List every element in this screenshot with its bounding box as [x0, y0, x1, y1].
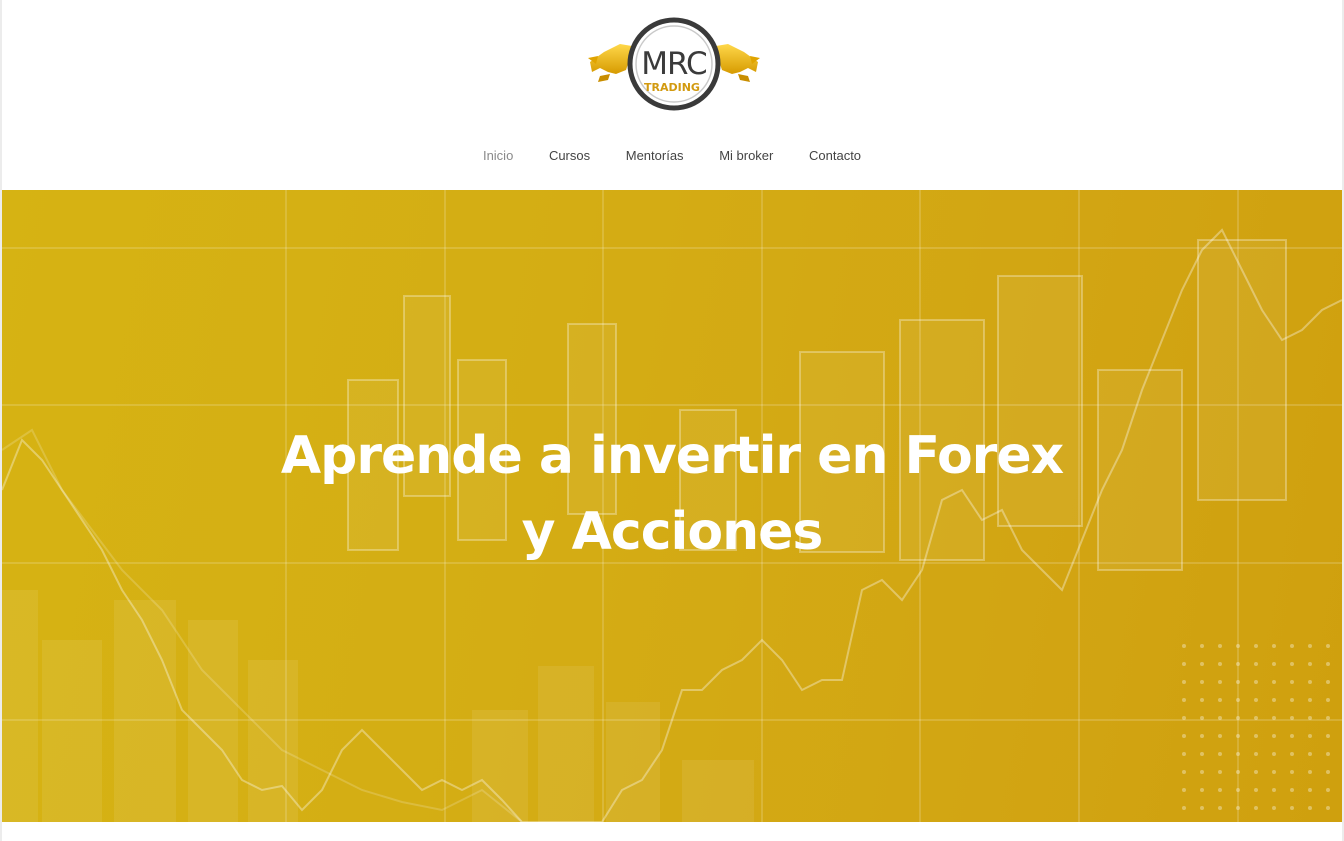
nav-item-mentorias[interactable]: Mentorías [626, 146, 684, 166]
mrc-trading-logo-icon: MRC TRADING [588, 17, 760, 111]
site-header: MRC TRADING Inicio Cursos Mentorías Mi b… [2, 0, 1342, 190]
site-logo[interactable]: MRC TRADING [586, 14, 762, 114]
nav-item-cursos[interactable]: Cursos [549, 146, 590, 166]
nav-item-mi-broker[interactable]: Mi broker [719, 146, 773, 166]
logo-sub-text: TRADING [644, 81, 700, 94]
main-nav: Inicio Cursos Mentorías Mi broker Contac… [2, 146, 1342, 166]
logo-main-text: MRC [641, 46, 706, 82]
hero-title: Aprende a invertir en Forex y Acciones [2, 418, 1342, 570]
below-hero-section [2, 822, 1342, 841]
nav-item-inicio[interactable]: Inicio [483, 146, 513, 166]
hero-title-line-2: y Acciones [521, 502, 824, 562]
nav-item-contacto[interactable]: Contacto [809, 146, 861, 166]
hero-banner: Aprende a invertir en Forex y Acciones [2, 190, 1342, 822]
hero-title-line-1: Aprende a invertir en Forex [280, 426, 1064, 486]
